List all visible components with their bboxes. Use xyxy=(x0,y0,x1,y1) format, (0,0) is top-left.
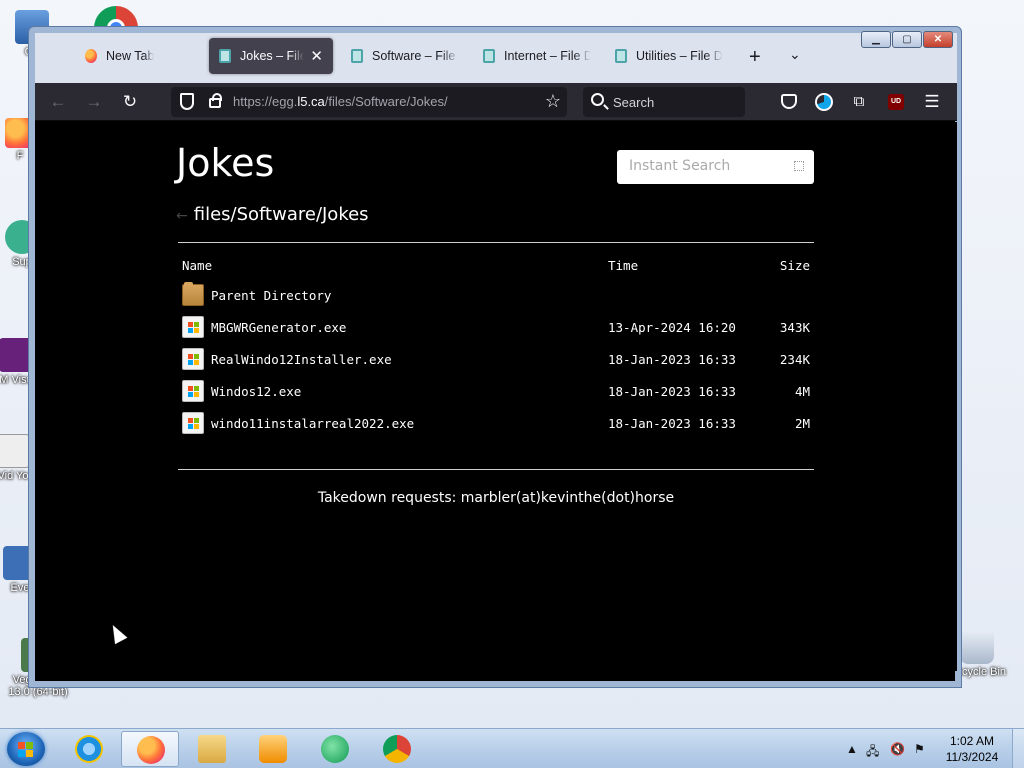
taskbar-media-player[interactable] xyxy=(244,731,302,767)
taskbar-messenger[interactable] xyxy=(306,731,364,767)
file-size: 4M xyxy=(794,383,810,399)
media-player-icon xyxy=(259,735,287,763)
taskbar-firefox[interactable] xyxy=(121,731,179,767)
tab-strip: New Tab Jokes – File Di ✕ Software – Fil… xyxy=(35,33,957,83)
file-size: 2M xyxy=(794,415,810,431)
executable-file-icon xyxy=(182,380,204,402)
clock-date: 11/3/2024 xyxy=(945,750,999,764)
back-arrow-icon[interactable]: ← xyxy=(176,208,188,224)
executable-file-icon xyxy=(182,412,204,434)
pocket-icon[interactable] xyxy=(781,94,797,109)
page-content: Jokes ← files/Software/Jokes Name Time Si… xyxy=(35,122,957,671)
table-row[interactable]: MBGWRGenerator.exe 13-Apr-2024 16:20 343… xyxy=(178,311,814,343)
firefox-icon xyxy=(137,736,165,764)
breadcrumb: ← files/Software/Jokes xyxy=(176,204,369,225)
divider-top xyxy=(178,242,814,243)
file-time: 18-Jan-2023 16:33 xyxy=(608,383,736,399)
extensions-icon[interactable]: ⧉ xyxy=(848,91,870,113)
file-link[interactable]: windo11instalarreal2022.exe xyxy=(211,416,414,431)
taskbar-chrome[interactable] xyxy=(368,731,426,767)
parent-directory-link[interactable]: Parent Directory xyxy=(211,288,331,303)
table-row[interactable]: RealWindo12Installer.exe 18-Jan-2023 16:… xyxy=(178,343,814,375)
page-icon xyxy=(483,49,495,63)
navigation-bar: ← → ↻ https://egg.l5.ca/files/Software/J… xyxy=(35,83,957,121)
taskbar-file-explorer[interactable] xyxy=(183,731,241,767)
file-link[interactable]: MBGWRGenerator.exe xyxy=(211,320,346,335)
network-icon[interactable]: 🖧 xyxy=(866,742,879,763)
page-icon xyxy=(351,49,363,63)
forward-button[interactable]: → xyxy=(83,91,105,113)
bookmark-star-icon[interactable]: ☆ xyxy=(545,91,561,112)
executable-file-icon xyxy=(182,316,204,338)
hamburger-menu-icon[interactable]: ☰ xyxy=(921,91,943,113)
browser-window: ▁ ▢ ✕ New Tab Jokes – File Di ✕ Software… xyxy=(28,26,962,688)
tab-jokes[interactable]: Jokes – File Di ✕ xyxy=(209,38,333,74)
column-time[interactable]: Time xyxy=(608,258,758,273)
page-title: Jokes xyxy=(176,141,275,185)
column-size[interactable]: Size xyxy=(758,258,810,273)
tab-software[interactable]: Software – File Di xyxy=(341,38,469,74)
page-icon xyxy=(219,49,231,63)
internet-explorer-icon xyxy=(75,735,103,763)
instant-search-box[interactable] xyxy=(617,150,814,184)
maximize-button[interactable]: ▢ xyxy=(892,31,922,48)
list-all-tabs-button[interactable]: ⌄ xyxy=(789,46,801,63)
file-time: 13-Apr-2024 16:20 xyxy=(608,319,736,335)
table-row[interactable]: windo11instalarreal2022.exe 18-Jan-2023 … xyxy=(178,407,814,439)
column-name[interactable]: Name xyxy=(178,258,608,273)
file-size: 234K xyxy=(779,351,810,367)
tab-new-tab[interactable]: New Tab xyxy=(75,38,203,74)
minimize-button[interactable]: ▁ xyxy=(861,31,891,48)
close-tab-icon[interactable]: ✕ xyxy=(310,47,323,65)
messenger-icon xyxy=(321,735,349,763)
reload-button[interactable]: ↻ xyxy=(119,91,141,113)
page-icon xyxy=(615,49,627,63)
clock-time: 1:02 AM xyxy=(949,734,995,748)
instant-search-input[interactable] xyxy=(617,150,777,182)
lock-icon[interactable] xyxy=(209,93,222,108)
table-row[interactable]: Windos12.exe 18-Jan-2023 16:33 4M xyxy=(178,375,814,407)
listing-header: Name Time Size xyxy=(178,251,814,279)
taskbar-internet-explorer[interactable] xyxy=(60,731,118,767)
file-size: 343K xyxy=(779,319,810,335)
tracking-protection-shield-icon[interactable] xyxy=(180,93,194,110)
takedown-footer: Takedown requests: marbler(at)kevinthe(d… xyxy=(317,490,675,506)
firefox-icon xyxy=(85,49,97,63)
search-bar[interactable]: Search xyxy=(583,87,745,117)
table-row-parent[interactable]: Parent Directory xyxy=(178,279,814,311)
folder-icon xyxy=(182,282,204,306)
executable-file-icon xyxy=(182,348,204,370)
action-center-flag-icon[interactable]: ⚑ xyxy=(914,742,925,756)
file-time: 18-Jan-2023 16:33 xyxy=(608,351,736,367)
clock[interactable]: 1:02 AM 11/3/2024 xyxy=(936,733,1008,765)
start-button[interactable] xyxy=(7,732,45,766)
account-sync-icon[interactable] xyxy=(815,93,833,111)
search-options-icon xyxy=(794,161,804,171)
volume-muted-icon[interactable]: 🔇 xyxy=(890,742,905,756)
url-bar[interactable]: https://egg.l5.ca/files/Software/Jokes/ … xyxy=(171,87,567,117)
ublock-origin-icon[interactable]: UD xyxy=(888,94,904,110)
divider-bottom xyxy=(178,469,814,470)
chrome-icon xyxy=(383,735,411,763)
taskbar: ▲ 🖧 🔇 ⚑ 1:02 AM 11/3/2024 xyxy=(0,728,1024,768)
file-link[interactable]: Windos12.exe xyxy=(211,384,301,399)
url-text[interactable]: https://egg.l5.ca/files/Software/Jokes/ xyxy=(233,94,448,109)
recycle-bin-icon xyxy=(960,630,994,664)
window-controls: ▁ ▢ ✕ xyxy=(861,31,953,48)
search-icon xyxy=(591,93,604,106)
new-tab-button[interactable]: + xyxy=(749,46,761,69)
breadcrumb-path: files/Software/Jokes xyxy=(193,204,369,225)
video-icon xyxy=(0,434,30,468)
file-listing: Name Time Size Parent Directory MBGWRGen… xyxy=(178,251,814,439)
file-time: 18-Jan-2023 16:33 xyxy=(608,415,736,431)
tab-internet[interactable]: Internet – File Dir xyxy=(473,38,601,74)
show-desktop-button[interactable] xyxy=(1012,729,1024,768)
file-link[interactable]: RealWindo12Installer.exe xyxy=(211,352,392,367)
back-button[interactable]: ← xyxy=(47,91,69,113)
tab-utilities[interactable]: Utilities – File Dir xyxy=(605,38,733,74)
show-hidden-icons-icon[interactable]: ▲ xyxy=(846,742,858,756)
close-window-button[interactable]: ✕ xyxy=(923,31,953,48)
file-explorer-icon xyxy=(198,735,226,763)
